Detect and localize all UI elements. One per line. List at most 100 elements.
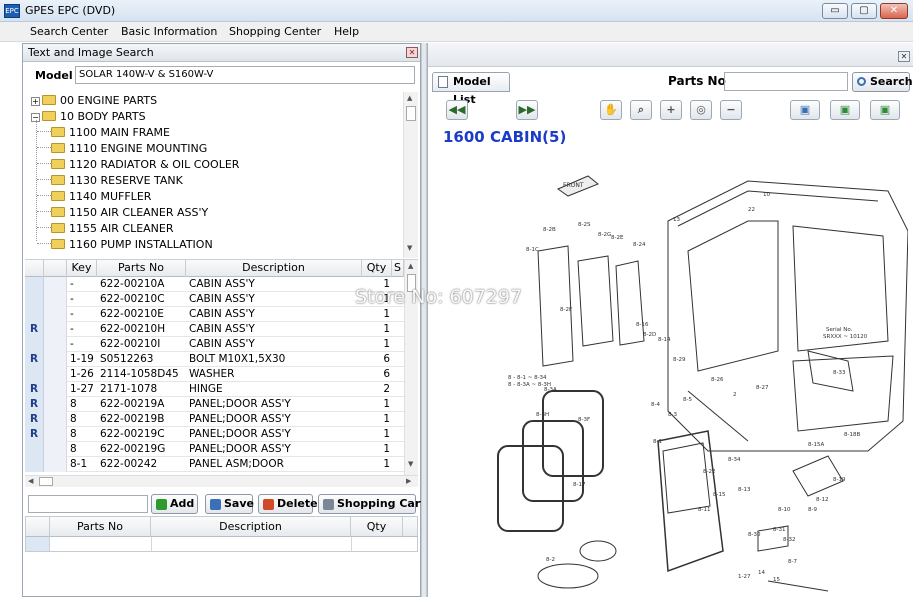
row-mark: R (25, 382, 44, 397)
parts-entry-field[interactable] (28, 495, 148, 513)
column-header-key[interactable]: Key (67, 260, 97, 277)
cell-qty: 1 (383, 413, 390, 425)
tree-item-label: 1100 MAIN FRAME (69, 126, 170, 139)
cell-key: 8 (70, 428, 77, 440)
tree-item[interactable]: 1120 RADIATOR & OIL COOLER (37, 158, 239, 174)
zoom-in-icon[interactable]: + (660, 100, 682, 120)
diagram-callout: 8-9 (808, 507, 817, 513)
tree-item-label: 1155 AIR CLEANER (69, 222, 174, 235)
tree-item[interactable]: 1130 RESERVE TANK (37, 174, 183, 190)
folder-icon (51, 207, 65, 217)
row-spacer (44, 382, 67, 397)
table-row[interactable]: -622-00210C CABIN ASS'Y 1 (25, 292, 407, 307)
cell-parts-no: 622-00219G (100, 443, 166, 455)
table-row[interactable]: 1-26 2114-1058D45 WASHER 6 (25, 367, 407, 382)
diagram-callout: 8-30 (748, 532, 761, 538)
cart-grid-header: Parts No Description Qty (26, 517, 417, 537)
tree-item[interactable]: 1100 MAIN FRAME (37, 126, 170, 142)
scroll-thumb[interactable] (406, 106, 416, 121)
cart-column-qty[interactable]: Qty (351, 517, 403, 537)
scroll-down-icon[interactable]: ▼ (408, 460, 413, 468)
menu-help[interactable]: Help (334, 25, 359, 38)
search-button[interactable]: Search (852, 72, 913, 92)
column-header-s[interactable]: S (392, 260, 404, 277)
scroll-up-icon[interactable]: ▲ (407, 94, 412, 102)
tree-item[interactable]: −10 BODY PARTS (31, 110, 146, 126)
expand-icon[interactable]: + (31, 97, 40, 106)
zoom-area-icon[interactable]: ⌕ (630, 100, 652, 120)
scroll-right-icon[interactable]: ▶ (406, 477, 411, 485)
image-view-icon[interactable]: ▣ (830, 100, 860, 120)
table-row[interactable]: R 1-27 2171-1078 HINGE 2 (25, 382, 407, 397)
table-row[interactable]: R 8 622-00219B PANEL;DOOR ASS'Y 1 (25, 412, 407, 427)
previous-page-button[interactable]: ◀◀ (446, 100, 468, 120)
cell-qty: 1 (383, 428, 390, 440)
cell-description: PANEL;DOOR ASS'Y (189, 398, 291, 410)
table-row[interactable]: - 622-00210E CABIN ASS'Y 1 (25, 307, 407, 322)
tree-item[interactable]: 1150 AIR CLEANER ASS'Y (37, 206, 208, 222)
scroll-up-icon[interactable]: ▲ (408, 262, 413, 270)
delete-button[interactable]: Delete (258, 494, 318, 514)
diagram-callout: 8-16 (636, 322, 649, 328)
column-header-parts-no[interactable]: Parts No (97, 260, 186, 277)
row-spacer (44, 397, 67, 412)
maximize-button[interactable]: ▢ (851, 3, 877, 19)
diagram-callout: 8-31 (773, 527, 785, 533)
table-row[interactable]: 8-1 622-00242 PANEL ASM;DOOR 1 (25, 457, 407, 472)
save-button[interactable]: Save (205, 494, 254, 514)
column-header-description[interactable]: Description (186, 260, 362, 277)
tree-item[interactable]: 1110 ENGINE MOUNTING (37, 142, 207, 158)
tree-item[interactable]: +00 ENGINE PARTS (31, 94, 157, 110)
tree-scrollbar[interactable]: ▲ ▼ (403, 92, 418, 258)
table-row[interactable]: R - 622-00210H CABIN ASS'Y 1 (25, 322, 407, 337)
cart-column-description[interactable]: Description (151, 517, 351, 537)
table-row[interactable]: R 8 622-00219A PANEL;DOOR ASS'Y 1 (25, 397, 407, 412)
minimize-button[interactable]: ▭ (822, 3, 848, 19)
image-print-icon[interactable]: ▣ (870, 100, 900, 120)
menu-search-center[interactable]: Search Center (30, 25, 108, 38)
cell-qty: 6 (383, 353, 390, 365)
model-field[interactable]: SOLAR 140W-V & S160W-V (75, 66, 415, 84)
cell-key: 8 (70, 398, 77, 410)
cell-qty: 1 (383, 458, 390, 470)
cell-description: CABIN ASS'Y (189, 278, 255, 290)
row-mark: R (25, 322, 44, 337)
table-row[interactable]: R 1-19 S0512263 BOLT M10X1,5X30 6 (25, 352, 407, 367)
close-diagram-icon[interactable]: ✕ (898, 51, 910, 62)
grid-horizontal-scrollbar[interactable]: ◀ ▶ (25, 475, 418, 487)
tree-item[interactable]: 1160 PUMP INSTALLATION (37, 238, 213, 254)
tree-item[interactable]: 1140 MUFFLER (37, 190, 151, 206)
table-row[interactable]: 8 622-00219G PANEL;DOOR ASS'Y 1 (25, 442, 407, 457)
table-row[interactable]: -622-00210A CABIN ASS'Y 1 (25, 277, 407, 292)
table-row[interactable]: - 622-00210I CABIN ASS'Y 1 (25, 337, 407, 352)
zoom-fit-icon[interactable]: ◎ (690, 100, 712, 120)
close-panel-icon[interactable]: ✕ (406, 47, 418, 58)
model-list-tab[interactable]: Model List (432, 72, 510, 106)
shopping-cart-button[interactable]: Shopping Cart (318, 494, 426, 514)
folder-icon (51, 127, 65, 137)
menu-shopping-center[interactable]: Shopping Center (229, 25, 321, 38)
row-spacer (44, 427, 67, 442)
cell-description: CABIN ASS'Y (189, 293, 255, 305)
zoom-out-icon[interactable]: − (720, 100, 742, 120)
app-icon: EPC (4, 4, 20, 18)
next-page-button[interactable]: ▶▶ (516, 100, 538, 120)
close-window-button[interactable]: ✕ (880, 3, 908, 19)
add-button[interactable]: Add (151, 494, 198, 514)
model-label: Model (35, 69, 73, 82)
scroll-down-icon[interactable]: ▼ (407, 244, 412, 252)
parts-no-input[interactable] (724, 72, 848, 91)
pan-hand-icon[interactable]: ✋ (600, 100, 622, 120)
scroll-left-icon[interactable]: ◀ (28, 477, 33, 485)
shopping-cart-button-label: Shopping Cart (337, 497, 426, 510)
front-label: FRONT (563, 182, 584, 189)
image-export-icon[interactable]: ▣ (790, 100, 820, 120)
table-row[interactable]: R 8 622-00219C PANEL;DOOR ASS'Y 1 (25, 427, 407, 442)
tree-item[interactable]: 1155 AIR CLEANER (37, 222, 174, 238)
cart-row-mark (26, 537, 50, 551)
scroll-thumb[interactable] (39, 477, 53, 486)
menu-basic-information[interactable]: Basic Information (121, 25, 217, 38)
diagram-callout: 8-2B (543, 227, 556, 233)
column-header-qty[interactable]: Qty (362, 260, 392, 277)
cart-column-parts-no[interactable]: Parts No (50, 517, 151, 537)
